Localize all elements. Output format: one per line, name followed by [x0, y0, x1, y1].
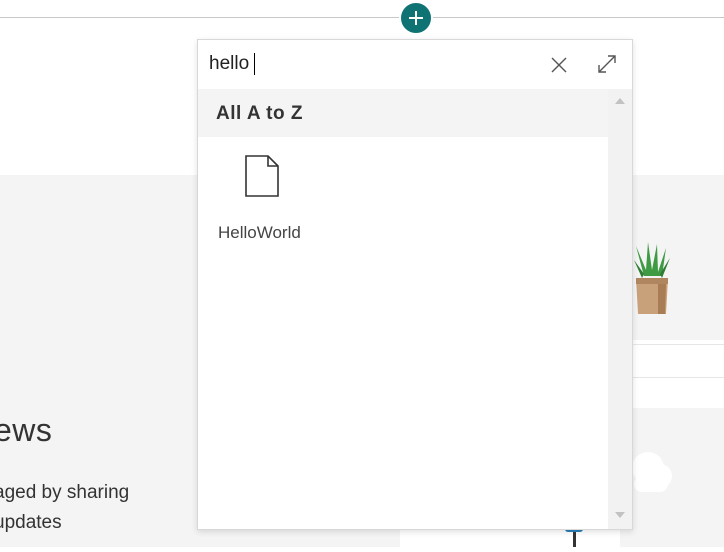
news-description-line-2: updates — [0, 512, 62, 533]
search-input[interactable] — [209, 51, 529, 77]
search-row — [198, 40, 632, 88]
result-tile-helloworld[interactable]: HelloWorld — [212, 149, 320, 249]
news-description-line-1: aged by sharing — [0, 482, 130, 503]
close-icon — [551, 57, 567, 73]
results-scrollbar[interactable] — [608, 89, 632, 529]
results-list: All A to Z HelloWorld — [198, 89, 608, 529]
news-description: aged by sharing updates — [0, 478, 194, 538]
page-icon — [245, 155, 279, 197]
news-heading: ews — [0, 412, 53, 448]
section-header-label: All A to Z — [216, 103, 303, 124]
expand-button[interactable] — [595, 52, 619, 76]
section-divider — [0, 17, 724, 18]
clear-search-button[interactable] — [548, 54, 570, 76]
text-caret — [254, 53, 255, 75]
right-strip — [620, 344, 724, 378]
scroll-down-arrow-icon[interactable] — [614, 511, 626, 519]
cloud-image — [630, 440, 674, 499]
add-section-button[interactable] — [399, 1, 433, 35]
expand-icon — [598, 55, 616, 73]
section-header: All A to Z — [198, 89, 608, 137]
result-tile-label: HelloWorld — [218, 223, 301, 242]
web-part-picker: All A to Z HelloWorld — [197, 39, 633, 530]
plant-image — [630, 240, 674, 321]
plus-icon — [409, 11, 423, 25]
scroll-up-arrow-icon[interactable] — [614, 97, 626, 105]
